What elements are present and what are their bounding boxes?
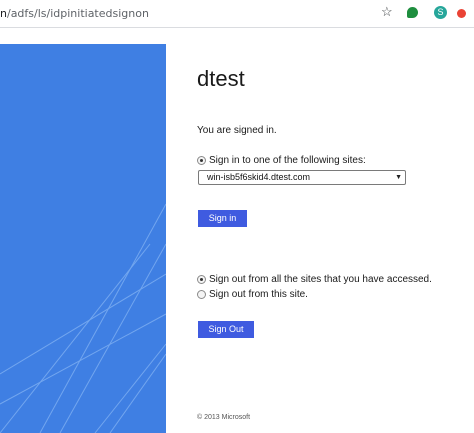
address-bar[interactable]: n/adfs/ls/idpinitiatedsignon: [0, 7, 149, 20]
radio-signin-sites[interactable]: Sign in to one of the following sites:: [197, 155, 366, 166]
browser-toolbar: n/adfs/ls/idpinitiatedsignon ☆ S: [0, 0, 474, 27]
radio-signout-this[interactable]: Sign out from this site.: [197, 289, 308, 300]
url-host: n: [0, 7, 7, 20]
signin-content: dtest You are signed in. Sign in to one …: [166, 28, 474, 433]
radio-signout-all[interactable]: Sign out from all the sites that you hav…: [197, 274, 432, 285]
decorative-lines: [0, 203, 166, 433]
extension-red-icon[interactable]: [457, 9, 466, 18]
copyright-footer: © 2013 Microsoft: [197, 414, 251, 421]
illustration-panel: [0, 44, 166, 433]
extension-green-icon[interactable]: [407, 7, 418, 18]
star-icon[interactable]: ☆: [381, 4, 393, 20]
radio-label: Sign in to one of the following sites:: [209, 155, 366, 166]
radio-label: Sign out from this site.: [209, 289, 308, 300]
page-title: dtest: [197, 66, 245, 91]
site-select[interactable]: win-isb5f6skid4.dtest.com ▼: [198, 170, 406, 185]
radio-label: Sign out from all the sites that you hav…: [209, 274, 432, 285]
page-body: dtest You are signed in. Sign in to one …: [0, 28, 474, 433]
radio-button-unchecked[interactable]: [197, 290, 206, 299]
radio-button-checked[interactable]: [197, 156, 206, 165]
signout-button[interactable]: Sign Out: [198, 321, 254, 338]
profile-avatar[interactable]: S: [434, 6, 447, 19]
dropdown-arrow-icon: ▼: [395, 174, 402, 181]
url-path: /adfs/ls/idpinitiatedsignon: [6, 7, 149, 20]
radio-button-checked[interactable]: [197, 275, 206, 284]
status-text: You are signed in.: [197, 125, 277, 136]
signin-button[interactable]: Sign in: [198, 210, 247, 227]
site-select-value: win-isb5f6skid4.dtest.com: [207, 172, 311, 182]
